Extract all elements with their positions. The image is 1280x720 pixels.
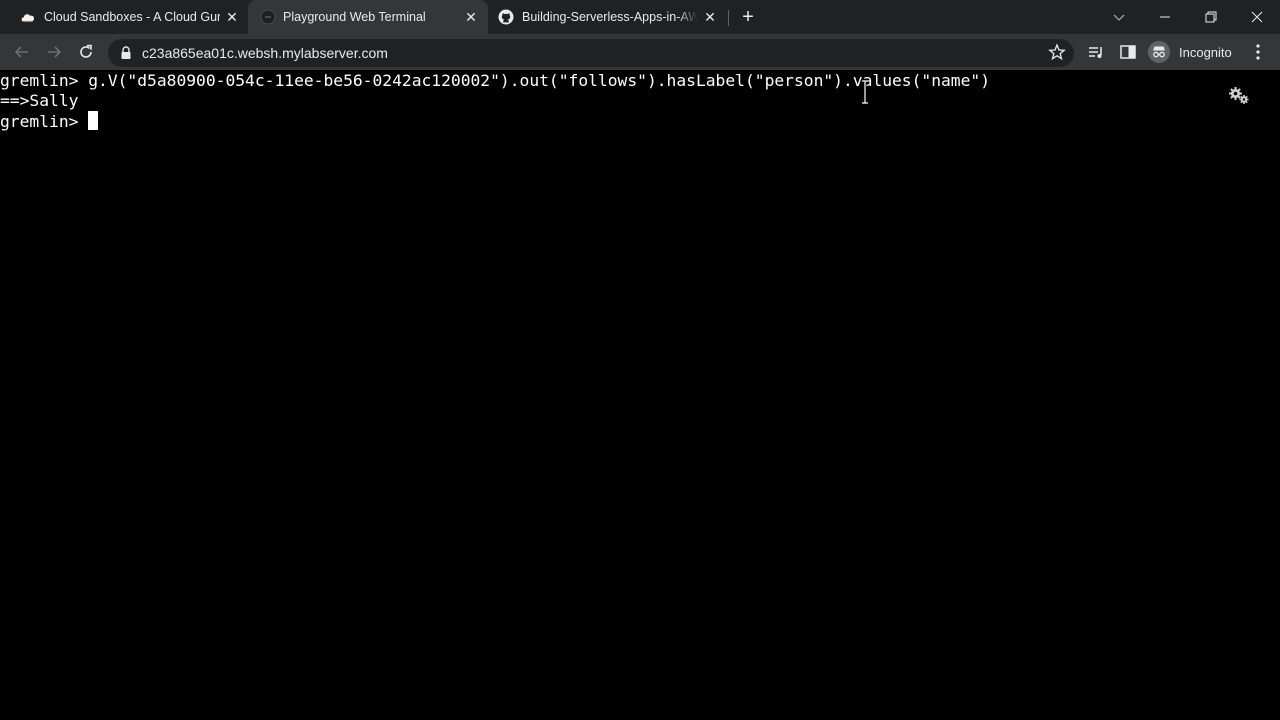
cloud-guru-icon: [21, 14, 35, 23]
minimize-icon[interactable]: [1154, 6, 1176, 28]
media-controls-icon[interactable]: [1086, 42, 1106, 62]
incognito-profile-button[interactable]: Incognito: [1148, 39, 1232, 65]
tab-title: Playground Web Terminal: [283, 10, 426, 24]
tab-close-icon[interactable]: ✕: [224, 9, 240, 25]
address-bar[interactable]: c23a865ea01c.websh.mylabserver.com: [108, 39, 1074, 67]
incognito-icon: [1148, 41, 1170, 63]
profile-label: Incognito: [1179, 44, 1232, 60]
url-text: c23a865ea01c.websh.mylabserver.com: [142, 45, 388, 61]
tab-cloud-sandboxes[interactable]: Cloud Sandboxes - A Cloud Guru ✕: [0, 0, 248, 34]
bookmark-star-icon[interactable]: [1048, 43, 1066, 61]
terminal-favicon: [260, 9, 276, 25]
terminal-line-command: gremlin> g.V("d5a80900-054c-11ee-be56-02…: [0, 71, 991, 90]
tab-search-chevron-icon[interactable]: [1108, 6, 1130, 28]
terminal-settings-gears-icon[interactable]: [1228, 86, 1250, 106]
text-ibeam-cursor-icon: [862, 80, 868, 104]
back-arrow-icon[interactable]: [12, 42, 32, 62]
tab-separator: [728, 10, 729, 26]
reload-icon[interactable]: [76, 42, 96, 62]
new-tab-plus-icon[interactable]: +: [738, 7, 758, 27]
tab-title: Cloud Sandboxes - A Cloud Guru: [44, 10, 220, 24]
tab-title: Building-Serverless-Apps-in-AWS: [522, 10, 698, 24]
tab-strip: Cloud Sandboxes - A Cloud Guru ✕ Playgro…: [0, 0, 1280, 34]
more-options-icon[interactable]: [1250, 42, 1266, 62]
forward-arrow-icon[interactable]: [44, 42, 64, 62]
prompt-text: gremlin>: [0, 112, 89, 131]
terminal-line-prompt: gremlin>: [0, 111, 99, 132]
terminal-line-output: ==>Sally: [0, 91, 79, 110]
tab-close-icon[interactable]: ✕: [702, 9, 718, 25]
side-panel-icon[interactable]: [1118, 42, 1138, 62]
tab-close-icon[interactable]: ✕: [463, 9, 479, 25]
browser-toolbar: c23a865ea01c.websh.mylabserver.com Incog…: [0, 34, 1280, 70]
terminal-cursor: [88, 111, 99, 130]
close-window-icon[interactable]: [1246, 6, 1268, 28]
web-terminal[interactable]: gremlin> g.V("d5a80900-054c-11ee-be56-02…: [0, 70, 1280, 720]
restore-icon[interactable]: [1200, 6, 1222, 28]
tab-playground-web-terminal[interactable]: Playground Web Terminal ✕: [248, 0, 488, 34]
lock-icon[interactable]: [120, 46, 132, 60]
github-icon: [498, 9, 514, 25]
tab-github-repo[interactable]: Building-Serverless-Apps-in-AWS ✕: [488, 0, 728, 34]
